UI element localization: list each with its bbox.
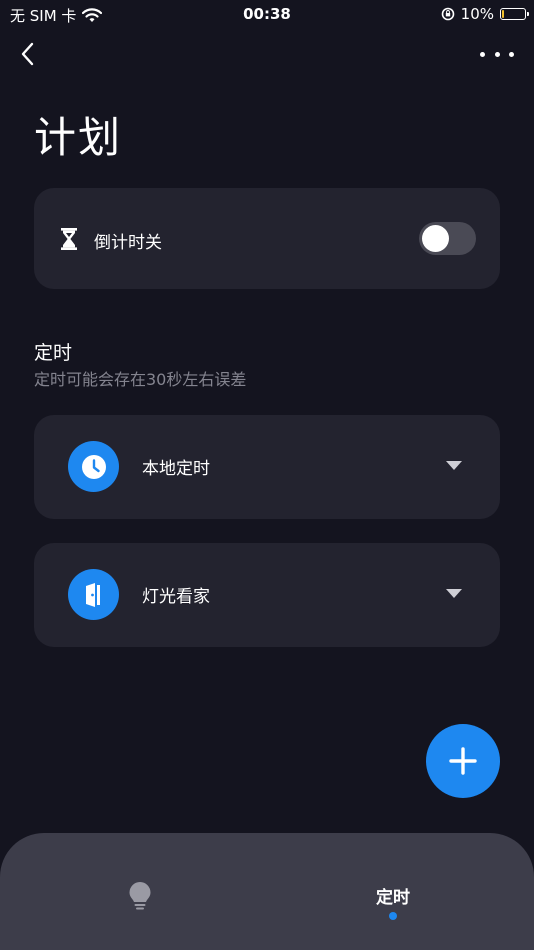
schedule-item-light-guard[interactable]: 灯光看家 (34, 543, 500, 647)
battery-percent: 10% (460, 5, 494, 23)
schedule-title: 定时 (34, 342, 73, 364)
countdown-card: 倒计时关 (34, 188, 500, 289)
more-dot (494, 51, 500, 57)
battery-level (502, 10, 504, 18)
tab-timer-label: 定时 (376, 888, 410, 908)
bottom-tab-bar: 定时 (0, 833, 534, 950)
tab-timer[interactable]: 定时 (267, 833, 534, 950)
status-bar: 无 SIM 卡 00:38 10% (0, 0, 534, 28)
countdown-label: 倒计时关 (94, 233, 162, 253)
toggle-knob (422, 225, 449, 252)
door-icon (68, 569, 119, 620)
page-title: 计划 (34, 113, 123, 162)
back-button[interactable] (14, 38, 46, 70)
more-dot (509, 51, 514, 57)
more-button[interactable] (480, 40, 514, 68)
countdown-toggle[interactable] (419, 222, 476, 255)
add-schedule-button[interactable] (426, 724, 500, 798)
caret-down-icon (446, 589, 462, 598)
active-tab-indicator (389, 912, 397, 920)
plus-icon (449, 747, 477, 775)
battery-icon (500, 8, 529, 20)
tab-light[interactable] (0, 833, 267, 950)
chevron-left-icon (21, 42, 34, 66)
schedule-item-label: 本地定时 (142, 459, 210, 479)
hourglass-icon (61, 228, 77, 250)
rotation-lock-icon (441, 7, 454, 21)
bulb-icon (129, 882, 151, 910)
schedule-item-local-timer[interactable]: 本地定时 (34, 415, 500, 519)
schedule-subtitle: 定时可能会存在30秒左右误差 (34, 370, 247, 389)
status-right: 10% (441, 5, 529, 23)
schedule-item-label: 灯光看家 (142, 587, 210, 607)
caret-down-icon (446, 461, 462, 470)
more-dot (480, 51, 485, 57)
clock-icon (68, 441, 119, 492)
